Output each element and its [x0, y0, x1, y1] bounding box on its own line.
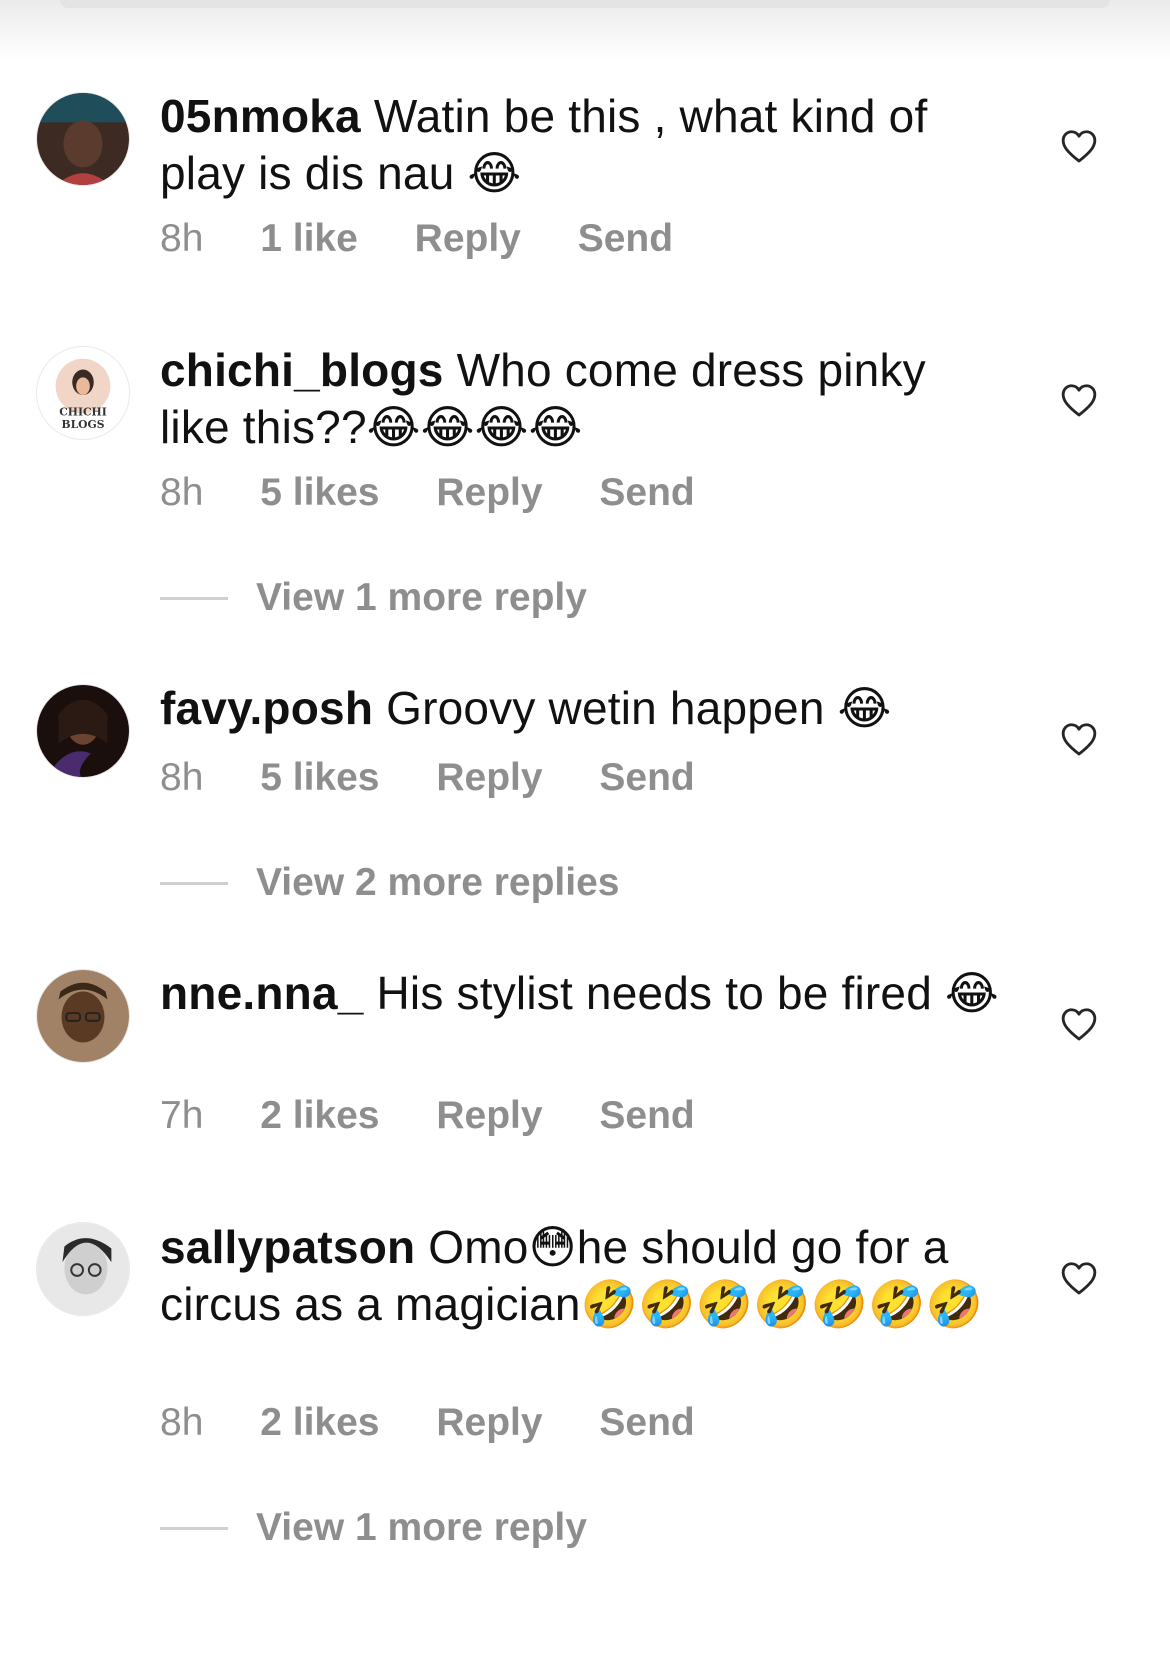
comment-meta: 8h 1 like Reply Send: [160, 217, 719, 261]
comment-meta: 8h 2 likes Reply Send: [160, 1401, 741, 1445]
username[interactable]: favy.posh: [160, 682, 373, 734]
timestamp: 8h: [160, 756, 204, 799]
heart-icon[interactable]: [1060, 1260, 1098, 1296]
view-replies-label: View 2 more replies: [256, 861, 620, 904]
likes-count[interactable]: 2 likes: [260, 1094, 379, 1137]
send-button[interactable]: Send: [599, 1401, 694, 1444]
reply-button[interactable]: Reply: [415, 217, 521, 260]
replies-divider: [160, 881, 228, 885]
username[interactable]: 05nmoka: [160, 90, 361, 142]
comment-body: Groovy wetin happen 😂: [386, 682, 892, 734]
username[interactable]: nne.nna_: [160, 967, 364, 1019]
comment-text: 05nmoka Watin be this , what kind of pla…: [160, 88, 1000, 202]
likes-count[interactable]: 5 likes: [260, 756, 379, 799]
view-replies-label: View 1 more reply: [256, 1506, 587, 1549]
reply-button[interactable]: Reply: [436, 1094, 542, 1137]
avatar[interactable]: [36, 969, 130, 1063]
view-replies-button[interactable]: View 1 more reply: [160, 576, 587, 620]
comment-body: His stylist needs to be fired 😂: [376, 967, 999, 1019]
heart-icon[interactable]: [1060, 382, 1098, 418]
send-button[interactable]: Send: [599, 1094, 694, 1137]
send-button[interactable]: Send: [599, 471, 694, 514]
reply-button[interactable]: Reply: [436, 471, 542, 514]
avatar[interactable]: [36, 92, 130, 186]
view-replies-button[interactable]: View 1 more reply: [160, 1506, 587, 1550]
likes-count[interactable]: 1 like: [260, 217, 358, 260]
avatar-text-2: BLOGS: [62, 418, 105, 431]
top-shadow: [0, 0, 1170, 60]
comment-text: sallypatson Omo😳he should go for a circu…: [160, 1219, 1000, 1333]
timestamp: 8h: [160, 217, 204, 260]
comment-meta: 8h 5 likes Reply Send: [160, 471, 741, 515]
send-button[interactable]: Send: [599, 756, 694, 799]
comment-meta: 8h 5 likes Reply Send: [160, 756, 741, 800]
comment-text: favy.posh Groovy wetin happen 😂: [160, 680, 1000, 737]
heart-icon[interactable]: [1060, 1006, 1098, 1042]
avatar[interactable]: [36, 684, 130, 778]
avatar[interactable]: CHICHI BLOGS: [36, 346, 130, 440]
timestamp: 7h: [160, 1094, 204, 1137]
avatar-text-1: CHICHI: [59, 406, 106, 419]
timestamp: 8h: [160, 471, 204, 514]
replies-divider: [160, 1526, 228, 1530]
reply-button[interactable]: Reply: [436, 1401, 542, 1444]
heart-icon[interactable]: [1060, 721, 1098, 757]
likes-count[interactable]: 2 likes: [260, 1401, 379, 1444]
heart-icon[interactable]: [1060, 128, 1098, 164]
comment-meta: 7h 2 likes Reply Send: [160, 1094, 741, 1138]
username[interactable]: sallypatson: [160, 1221, 415, 1273]
username[interactable]: chichi_blogs: [160, 344, 444, 396]
view-replies-button[interactable]: View 2 more replies: [160, 861, 619, 905]
timestamp: 8h: [160, 1401, 204, 1444]
reply-button[interactable]: Reply: [436, 756, 542, 799]
send-button[interactable]: Send: [578, 217, 673, 260]
avatar[interactable]: [36, 1222, 130, 1316]
likes-count[interactable]: 5 likes: [260, 471, 379, 514]
comment-text: chichi_blogs Who come dress pinky like t…: [160, 342, 1000, 456]
replies-divider: [160, 596, 228, 600]
view-replies-label: View 1 more reply: [256, 576, 587, 619]
comment-text: nne.nna_ His stylist needs to be fired 😂: [160, 965, 1000, 1022]
